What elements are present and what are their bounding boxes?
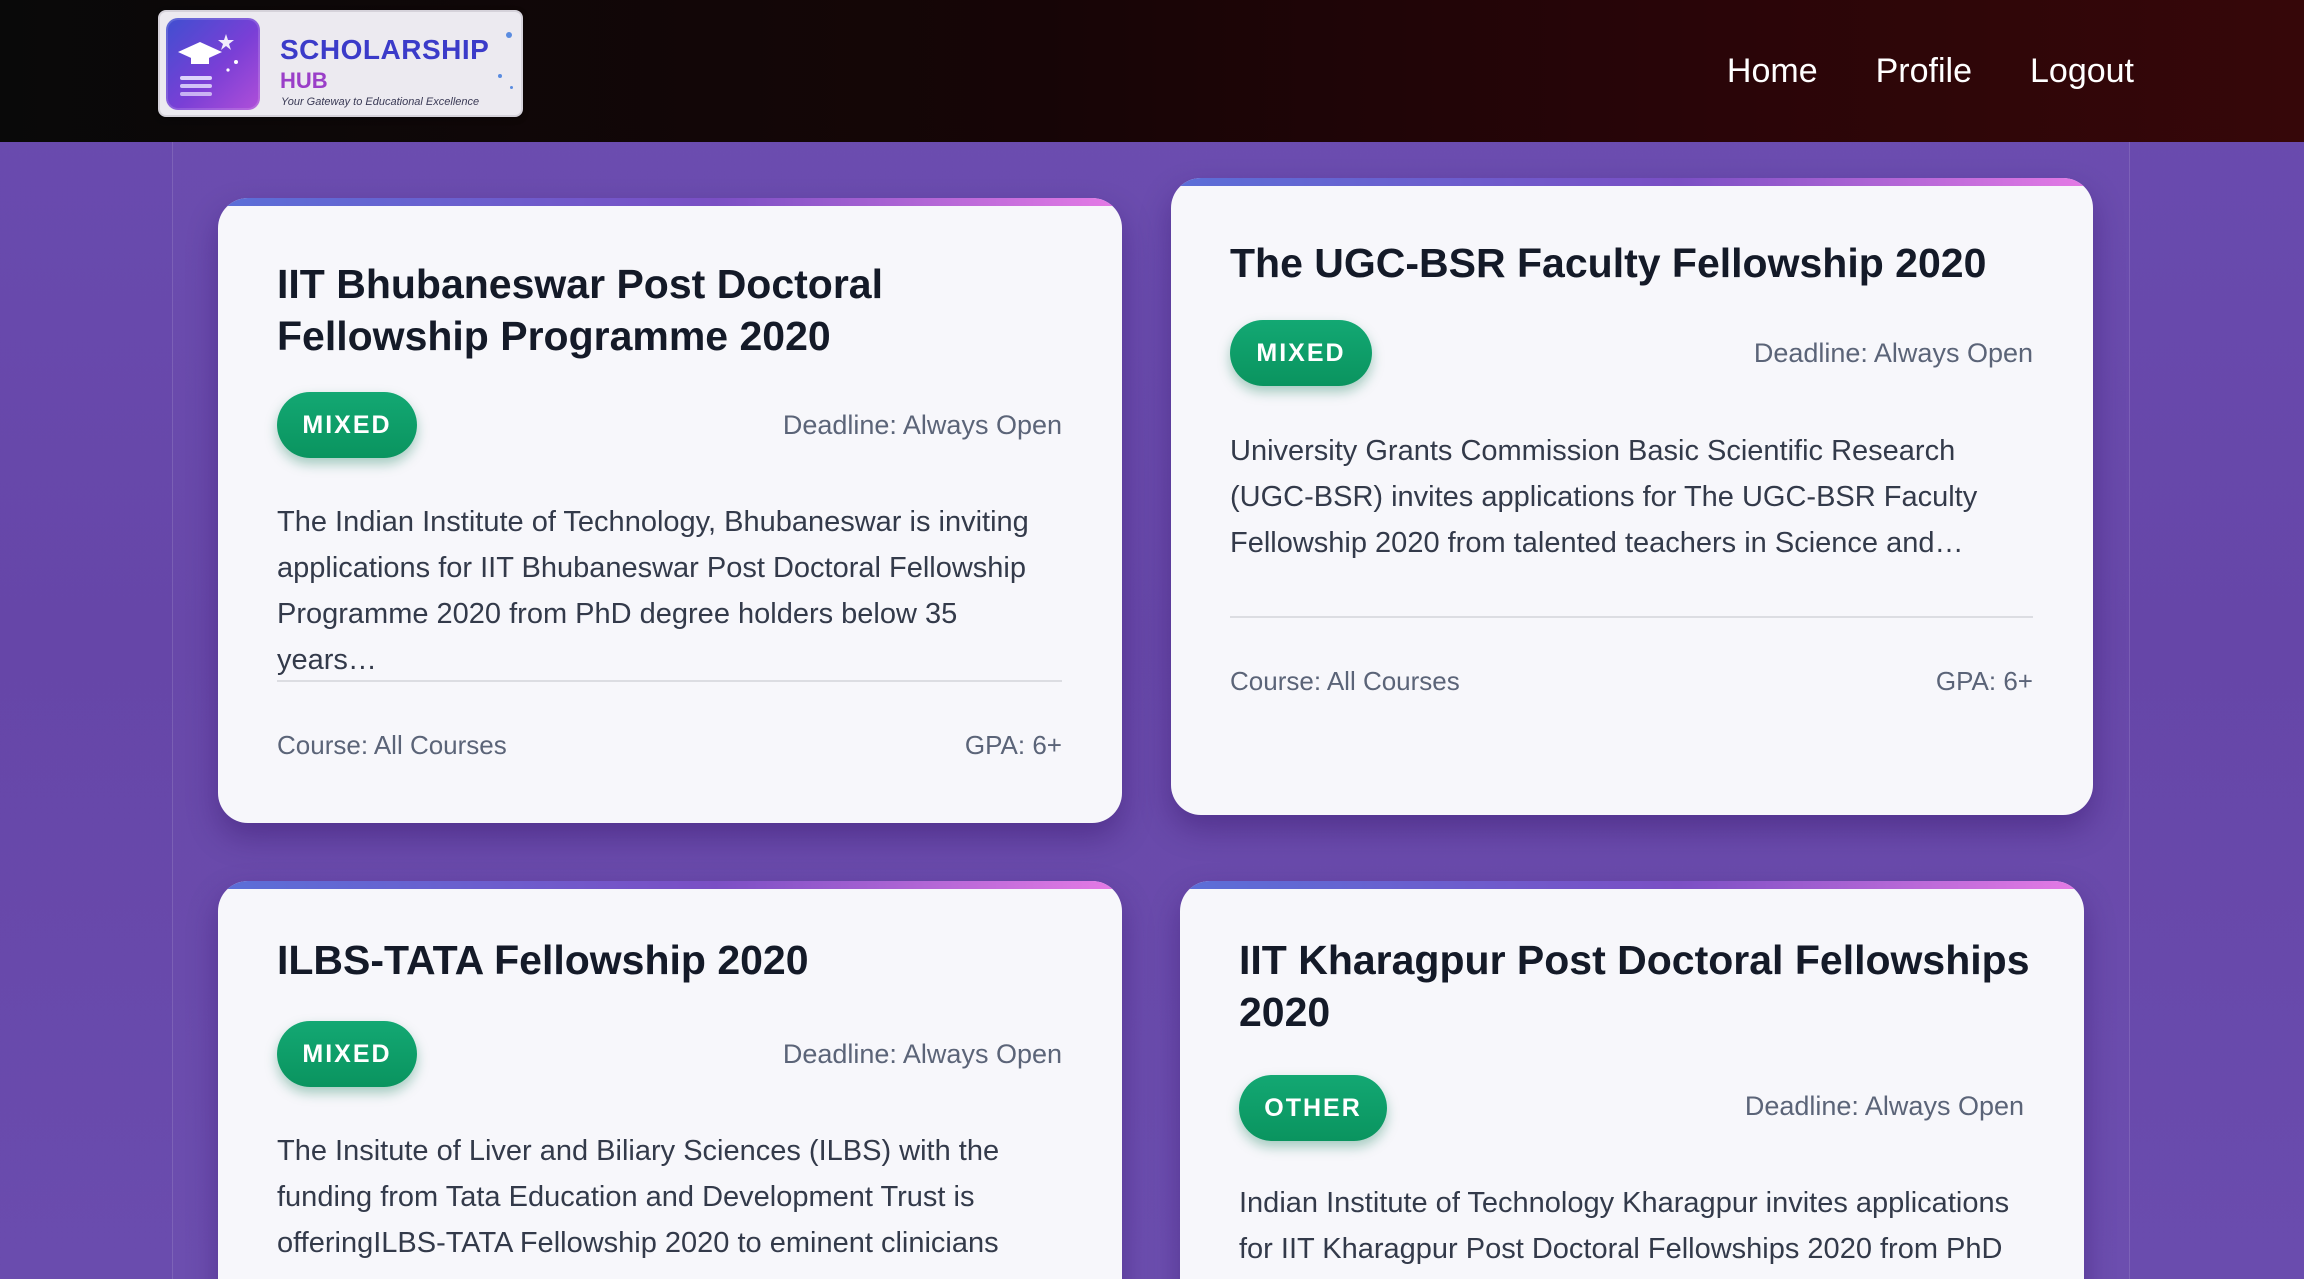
navbar: SCHOLARSHIP HUB Your Gateway to Educatio… — [0, 0, 2304, 142]
course-text: Course: All Courses — [277, 730, 507, 760]
brand-sub: HUB — [280, 68, 328, 93]
scholarship-card[interactable]: ILBS-TATA Fellowship 2020 MIXED Deadline… — [218, 881, 1122, 1279]
deadline-text: Deadline: Always Open — [1744, 1091, 2024, 1121]
card-title: ILBS-TATA Fellowship 2020 — [277, 937, 809, 983]
card-title: IIT Kharagpur Post Doctoral Fellowships … — [1239, 937, 2030, 1035]
card-title: IIT Bhubaneswar Post Doctoral Fellowship… — [277, 261, 883, 359]
brand-name: SCHOLARSHIP — [280, 34, 490, 65]
scholarship-card[interactable]: The UGC-BSR Faculty Fellowship 2020 MIXE… — [1171, 178, 2093, 815]
nav-profile-link[interactable]: Profile — [1876, 52, 1972, 91]
nav-links: Home Profile Logout — [1727, 0, 2134, 142]
category-badge: MIXED — [277, 1021, 417, 1087]
deadline-text: Deadline: Always Open — [782, 1039, 1062, 1069]
card-divider — [277, 680, 1062, 682]
card-divider — [1230, 616, 2033, 618]
scholarship-card[interactable]: IIT Kharagpur Post Doctoral Fellowships … — [1180, 881, 2084, 1279]
brand-logo[interactable]: SCHOLARSHIP HUB Your Gateway to Educatio… — [158, 10, 523, 117]
scholarship-card[interactable]: IIT Bhubaneswar Post Doctoral Fellowship… — [218, 198, 1122, 823]
gpa-text: GPA: 6+ — [964, 730, 1062, 760]
nav-logout-link[interactable]: Logout — [2030, 52, 2134, 91]
card-description: Indian Institute of Technology Kharagpur… — [1239, 1187, 2010, 1265]
course-text: Course: All Courses — [1230, 666, 1460, 696]
brand-tagline: Your Gateway to Educational Excellence — [281, 96, 480, 108]
gpa-text: GPA: 6+ — [1935, 666, 2033, 696]
deadline-text: Deadline: Always Open — [1753, 338, 2033, 368]
card-title: The UGC-BSR Faculty Fellowship 2020 — [1230, 240, 1987, 286]
sparkle-dot-icon — [506, 32, 512, 38]
deadline-text: Deadline: Always Open — [782, 410, 1062, 440]
sparkle-dot-icon — [510, 86, 513, 89]
category-badge: OTHER — [1239, 1075, 1387, 1141]
graduation-cap-icon — [166, 18, 260, 110]
card-description: University Grants Commission Basic Scien… — [1230, 435, 1978, 559]
nav-home-link[interactable]: Home — [1727, 52, 1818, 91]
sparkle-dot-icon — [498, 74, 502, 78]
category-badge: MIXED — [277, 392, 417, 458]
card-description: The Indian Institute of Technology, Bhub… — [277, 506, 1029, 676]
card-description: The Insitute of Liver and Biliary Scienc… — [277, 1135, 1000, 1279]
category-badge: MIXED — [1230, 320, 1372, 386]
